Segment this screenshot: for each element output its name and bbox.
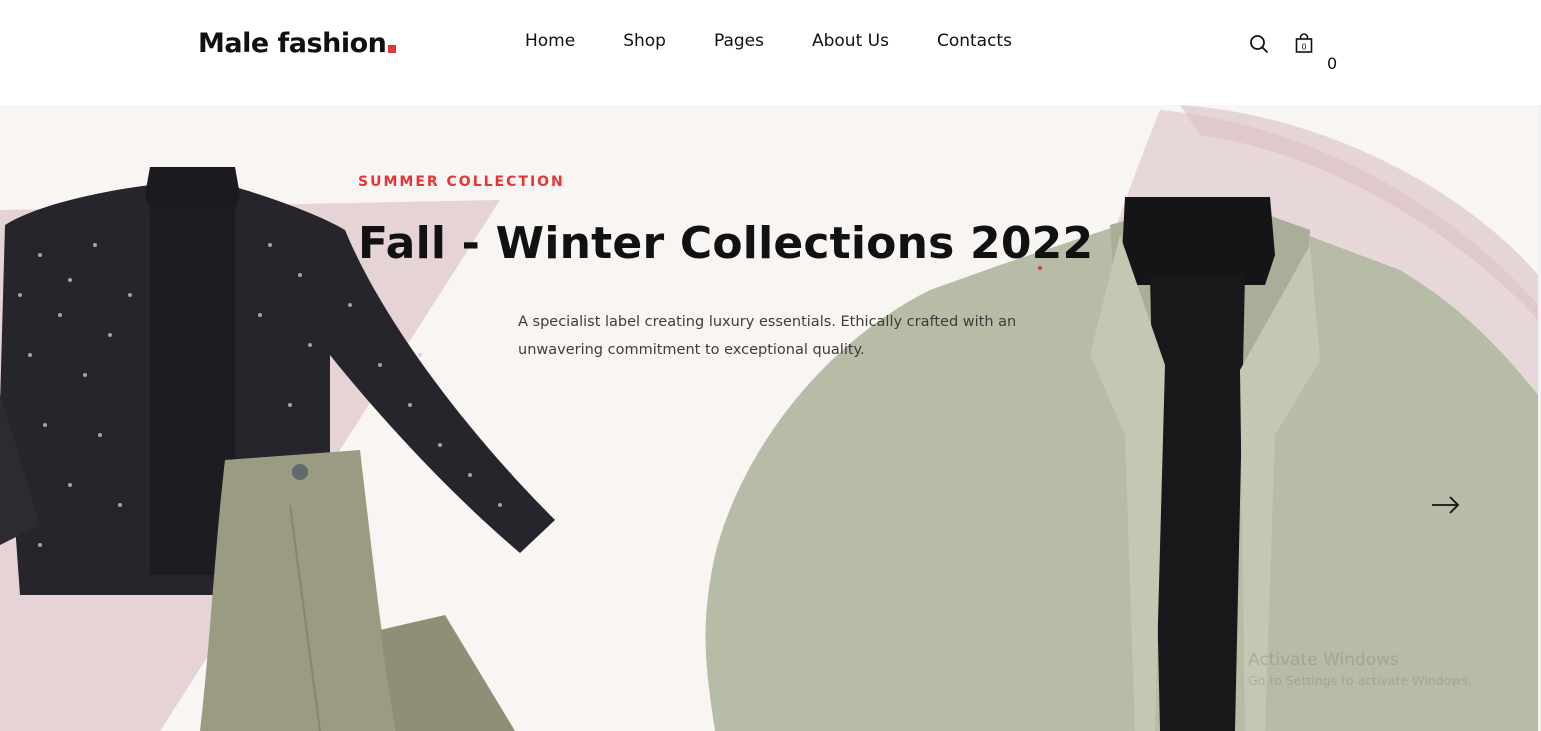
hero-banner: SUMMER COLLECTION Fall - Winter Collecti…	[0, 105, 1538, 731]
nav-contacts[interactable]: Contacts	[937, 31, 1012, 51]
watermark-line-1: Activate Windows	[1248, 650, 1399, 670]
nav-shop[interactable]: Shop	[623, 31, 666, 51]
shopping-bag-icon[interactable]: 0	[1294, 33, 1314, 55]
hero-product-image	[0, 105, 1538, 731]
site-header: Male fashion Home Shop Pages About Us Co…	[0, 0, 1541, 105]
nav-about-us[interactable]: About Us	[812, 31, 889, 51]
hero-description: A specialist label creating luxury essen…	[518, 314, 1017, 358]
logo-dot	[388, 45, 397, 53]
nav-pages[interactable]: Pages	[714, 31, 764, 51]
hero-headline: Fall - Winter Collections 2022	[358, 218, 1094, 269]
headline-accent-dot	[1038, 266, 1042, 270]
nav-home[interactable]: Home	[525, 31, 575, 51]
search-icon[interactable]	[1248, 33, 1270, 55]
arrow-right-icon[interactable]	[1430, 493, 1462, 517]
logo[interactable]: Male fashion	[198, 28, 397, 59]
hero-eyebrow: SUMMER COLLECTION	[358, 174, 565, 190]
os-activation-watermark: Activate Windows Go to Settings to activ…	[1248, 650, 1472, 688]
main-nav: Home Shop Pages About Us Contacts	[525, 31, 1012, 51]
logo-text: Male fashion	[198, 28, 387, 59]
svg-text:0: 0	[1301, 43, 1306, 52]
cart-count: 0	[1327, 54, 1338, 73]
watermark-line-2: Go to Settings to activate Windows.	[1248, 673, 1472, 688]
